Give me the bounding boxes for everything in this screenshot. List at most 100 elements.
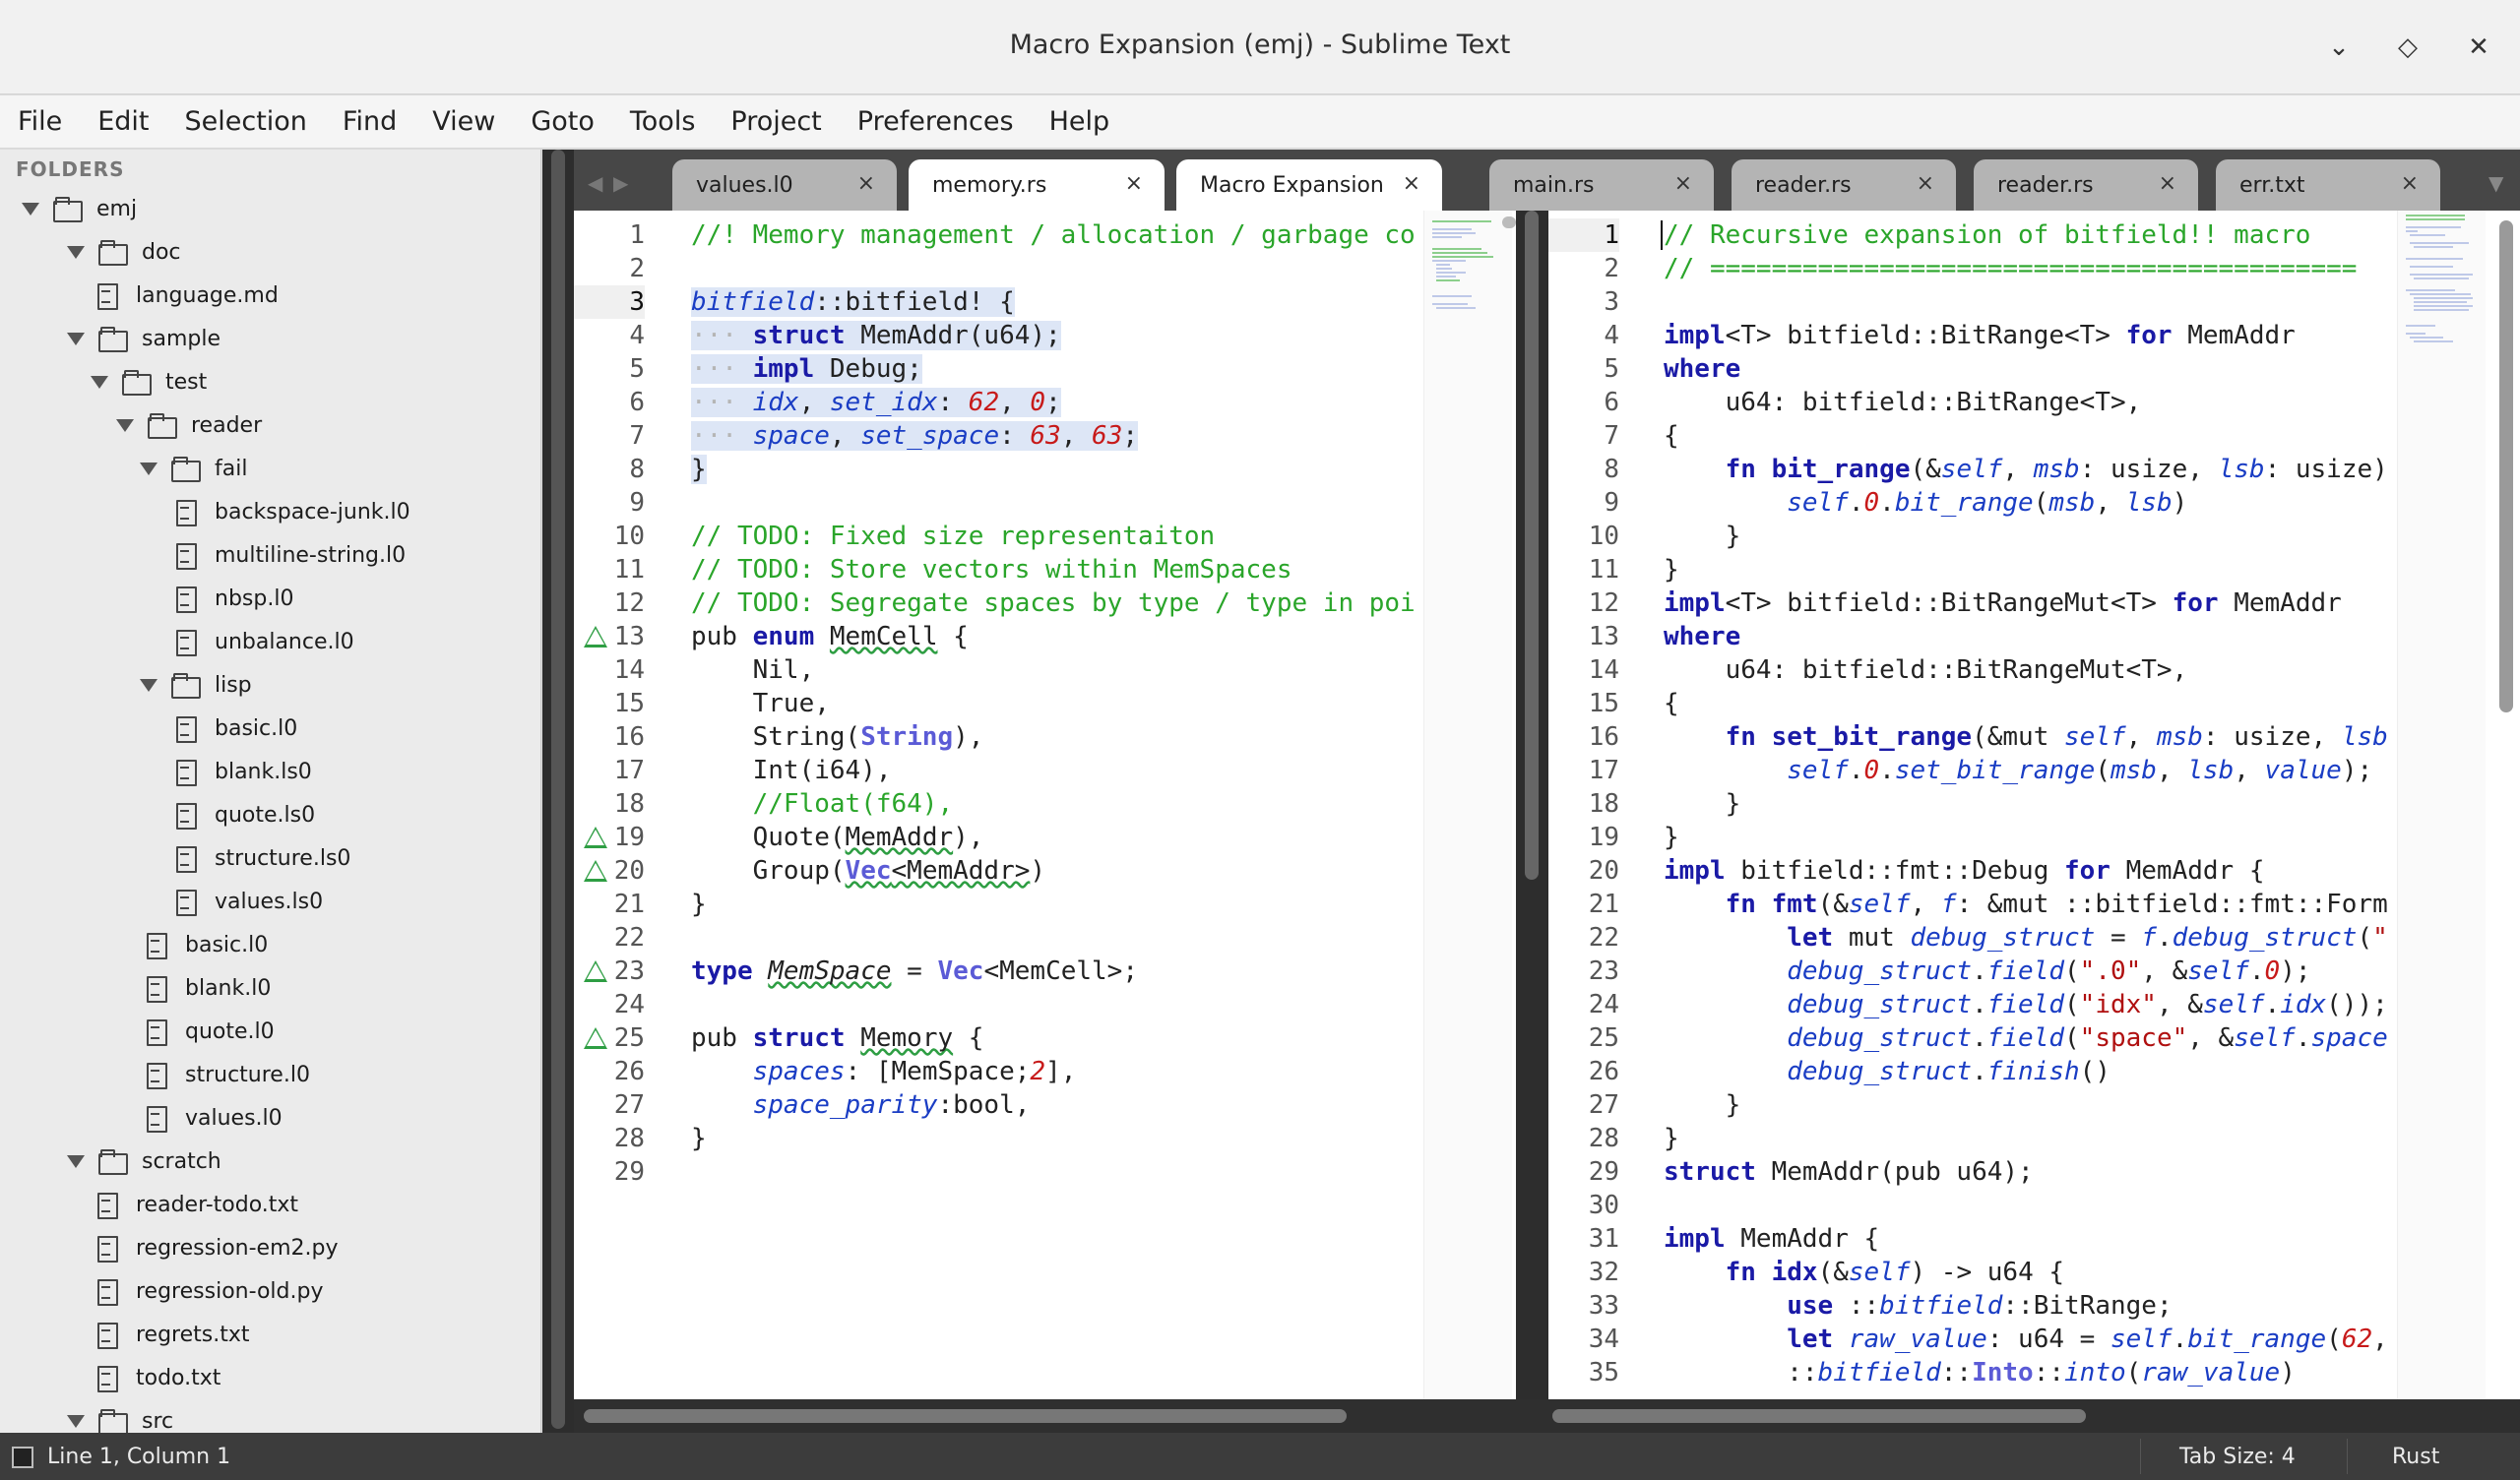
tree-file[interactable]: basic.l0 <box>142 923 268 966</box>
tree-folder[interactable]: lisp <box>140 663 252 707</box>
tree-file[interactable]: blank.l0 <box>142 966 271 1010</box>
tree-folder[interactable]: sample <box>67 317 220 360</box>
file-icon <box>93 1366 122 1392</box>
tree-folder[interactable]: scratch <box>67 1140 221 1183</box>
tab-close-icon[interactable]: × <box>1403 171 1420 196</box>
tree-file[interactable]: nbsp.l0 <box>171 577 293 620</box>
tree-file[interactable]: multiline-string.l0 <box>171 533 406 577</box>
tab-close-icon[interactable]: × <box>857 171 875 196</box>
tab-close-icon[interactable]: × <box>2401 171 2419 196</box>
menu-view[interactable]: View <box>414 106 513 137</box>
cursor-position[interactable]: Line 1, Column 1 <box>47 1445 230 1469</box>
tree-file[interactable]: values.ls0 <box>171 880 323 923</box>
chevron-down-icon[interactable] <box>67 1414 85 1428</box>
tree-folder[interactable]: reader <box>116 403 262 447</box>
chevron-down-icon[interactable] <box>116 418 134 432</box>
tree-label: emj <box>96 196 138 221</box>
tree-label: blank.ls0 <box>215 759 312 784</box>
minimize-chevron-icon[interactable]: ⌄ <box>2321 30 2357 65</box>
tree-file[interactable]: structure.l0 <box>142 1053 310 1096</box>
menu-project[interactable]: Project <box>713 106 839 137</box>
tree-file[interactable]: backspace-junk.l0 <box>171 490 410 533</box>
sidebar-scrollbar[interactable] <box>551 150 565 1429</box>
menu-edit[interactable]: Edit <box>80 106 166 137</box>
warning-icon[interactable] <box>584 1027 607 1049</box>
tab-err-txt[interactable]: err.txt × <box>2216 159 2440 211</box>
tree-label: fail <box>215 456 248 481</box>
panel-toggle-icon[interactable] <box>12 1447 33 1468</box>
tab-main-rs[interactable]: main.rs × <box>1489 159 1714 211</box>
tab-size-selector[interactable]: Tab Size: 4 <box>2179 1445 2296 1469</box>
tab-macro-expansion[interactable]: Macro Expansion × <box>1176 159 1442 211</box>
tab-reader-rs-2[interactable]: reader.rs × <box>1974 159 2198 211</box>
chevron-down-icon[interactable] <box>67 332 85 345</box>
tab-scroll-right-icon[interactable]: ▶ <box>613 171 628 195</box>
scrollbar[interactable] <box>1552 1409 2086 1423</box>
chevron-down-icon[interactable] <box>67 1154 85 1168</box>
syntax-selector[interactable]: Rust <box>2392 1445 2439 1469</box>
tree-folder[interactable]: test <box>91 360 207 403</box>
pane-divider[interactable] <box>1516 211 1548 1399</box>
editor-pane-memory-rs[interactable]: 12 34 56 78 9 10 11 12 13 14 15 16 17 18 19 20… <box>574 211 1516 1399</box>
tree-folder[interactable]: fail <box>140 447 247 490</box>
chevron-down-icon[interactable] <box>67 245 85 259</box>
chevron-down-icon[interactable] <box>22 202 39 216</box>
tree-file[interactable]: structure.ls0 <box>171 836 350 880</box>
tree-folder[interactable]: doc <box>67 230 181 274</box>
tree-file[interactable]: language.md <box>93 274 279 317</box>
tree-folder[interactable]: src <box>67 1399 173 1433</box>
scrollbar[interactable] <box>2499 220 2513 712</box>
warning-icon[interactable] <box>584 626 607 648</box>
tree-file[interactable]: blank.ls0 <box>171 750 312 793</box>
title-bar: Macro Expansion (emj) - Sublime Text ⌄ ◇… <box>0 0 2520 94</box>
menu-goto[interactable]: Goto <box>513 106 612 137</box>
tab-close-icon[interactable]: × <box>1125 171 1143 196</box>
tab-close-icon[interactable]: × <box>2159 171 2176 196</box>
tree-folder[interactable]: emj <box>22 187 137 230</box>
maximize-diamond-icon[interactable]: ◇ <box>2390 30 2426 65</box>
menu-help[interactable]: Help <box>1032 106 1128 137</box>
tree-file[interactable]: todo.txt <box>93 1356 220 1399</box>
sidebar-divider[interactable] <box>542 150 574 1433</box>
tab-values-l0[interactable]: values.l0 × <box>672 159 897 211</box>
tree-file[interactable]: regression-em2.py <box>93 1226 338 1269</box>
folders-header: FOLDERS <box>16 157 125 181</box>
tree-label: values.ls0 <box>215 889 324 914</box>
menu-preferences[interactable]: Preferences <box>840 106 1032 137</box>
tree-file[interactable]: basic.l0 <box>171 707 297 750</box>
menu-tools[interactable]: Tools <box>612 106 714 137</box>
tab-list-chevron-icon[interactable]: ▼ <box>2488 171 2503 195</box>
folder-open-icon <box>53 197 83 222</box>
warning-icon[interactable] <box>584 827 607 848</box>
tree-file[interactable]: quote.l0 <box>142 1010 275 1053</box>
chevron-down-icon[interactable] <box>140 678 158 692</box>
file-icon <box>142 1063 171 1089</box>
menu-find[interactable]: Find <box>325 106 414 137</box>
tree-file[interactable]: unbalance.l0 <box>171 620 354 663</box>
tab-scroll-left-icon[interactable]: ◀ <box>588 171 602 195</box>
tree-file[interactable]: values.l0 <box>142 1096 283 1140</box>
tab-close-icon[interactable]: × <box>1917 171 1934 196</box>
tree-file[interactable]: quote.ls0 <box>171 793 315 836</box>
tab-reader-rs[interactable]: reader.rs × <box>1732 159 1956 211</box>
tree-label: blank.l0 <box>185 975 272 1001</box>
menu-selection[interactable]: Selection <box>166 106 324 137</box>
tab-memory-rs[interactable]: memory.rs × <box>909 159 1165 211</box>
warning-icon[interactable] <box>584 860 607 882</box>
minimap[interactable] <box>2397 211 2486 1399</box>
scrollbar[interactable] <box>1502 216 1516 228</box>
warning-icon[interactable] <box>584 960 607 982</box>
scrollbar[interactable] <box>584 1409 1347 1423</box>
scrollbar[interactable] <box>1525 211 1539 880</box>
chevron-down-icon[interactable] <box>91 375 108 389</box>
minimap[interactable] <box>1423 211 1512 1399</box>
chevron-down-icon[interactable] <box>140 462 158 475</box>
editor-pane-macro-expansion[interactable]: 12 34 56 78 9 10 11 12 13 14 15 16 17 18 19 20… <box>1548 211 2520 1399</box>
tree-file[interactable]: regrets.txt <box>93 1313 250 1356</box>
tree-file[interactable]: regression-old.py <box>93 1269 323 1313</box>
menu-file[interactable]: File <box>0 106 80 137</box>
close-icon[interactable]: ✕ <box>2461 30 2496 65</box>
tree-file[interactable]: reader-todo.txt <box>93 1183 298 1226</box>
file-icon <box>142 933 171 959</box>
tab-close-icon[interactable]: × <box>1674 171 1692 196</box>
